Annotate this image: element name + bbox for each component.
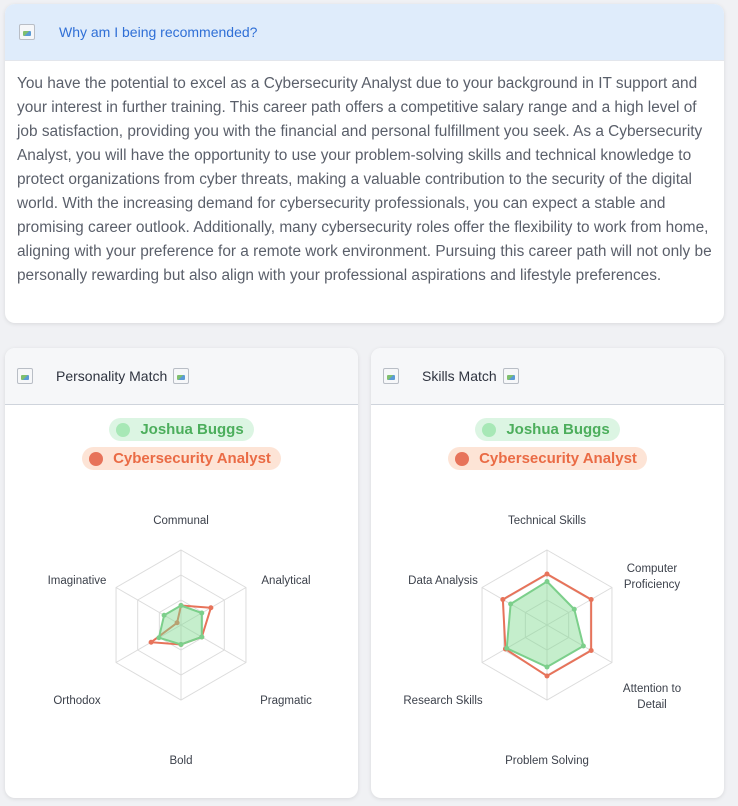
radar-axis-label: Research Skills (403, 695, 482, 707)
career-series-point (588, 648, 594, 653)
user-series-point (161, 612, 167, 618)
image-placeholder-icon (19, 24, 35, 40)
personality-match-card: Personality Match Joshua Buggs Cybersecu… (5, 348, 358, 798)
personality-radar-chart: Communal Analytical Pragmatic Bold Orthodox I… (48, 515, 313, 767)
user-series-point (178, 642, 184, 647)
user-series-point (580, 643, 586, 649)
radar-axis-label: Attention to Detail (623, 683, 681, 711)
user-series-point (178, 603, 184, 608)
radar-axis-label: Computer Proficiency (624, 563, 680, 591)
user-series-point (156, 635, 162, 641)
user-series-area (157, 604, 203, 646)
career-series-point (588, 597, 594, 602)
user-series-point (508, 601, 514, 607)
skills-match-card: Skills Match Joshua Buggs Cybersecurity … (371, 348, 724, 798)
radar-axis-label: Orthodox (53, 695, 101, 707)
user-series-point (199, 610, 205, 616)
radar-axis-label: Data Analysis (408, 575, 478, 587)
career-series-point (148, 639, 154, 645)
career-series-point (544, 571, 550, 577)
career-series-point (208, 605, 214, 611)
user-series-point (504, 645, 510, 651)
recommendation-card: Why am I being recommended? You have the… (5, 4, 724, 323)
user-series-point (199, 634, 205, 640)
user-series-point (544, 579, 550, 584)
user-series-point (571, 606, 577, 612)
recommendation-header: Why am I being recommended? (5, 4, 724, 61)
radar-axis-label: Imaginative (48, 575, 107, 587)
radar-axis-label: Technical Skills (508, 515, 586, 527)
user-series-point (544, 664, 550, 670)
radar-axis-label: Problem Solving (505, 755, 589, 767)
skills-radar-chart: Technical Skills Computer Proficiency Atten… (403, 515, 681, 767)
user-series-area (505, 580, 585, 669)
recommendation-title: Why am I being recommended? (59, 24, 258, 40)
radar-axis-label: Pragmatic (260, 695, 312, 707)
career-series-point (500, 597, 506, 602)
recommendation-text: You have the potential to excel as a Cyb… (17, 75, 712, 284)
radar-axis-label: Bold (169, 755, 192, 767)
career-series-point (544, 673, 550, 679)
radar-axis-label: Analytical (261, 575, 310, 587)
radar-axis-label: Communal (153, 515, 209, 527)
